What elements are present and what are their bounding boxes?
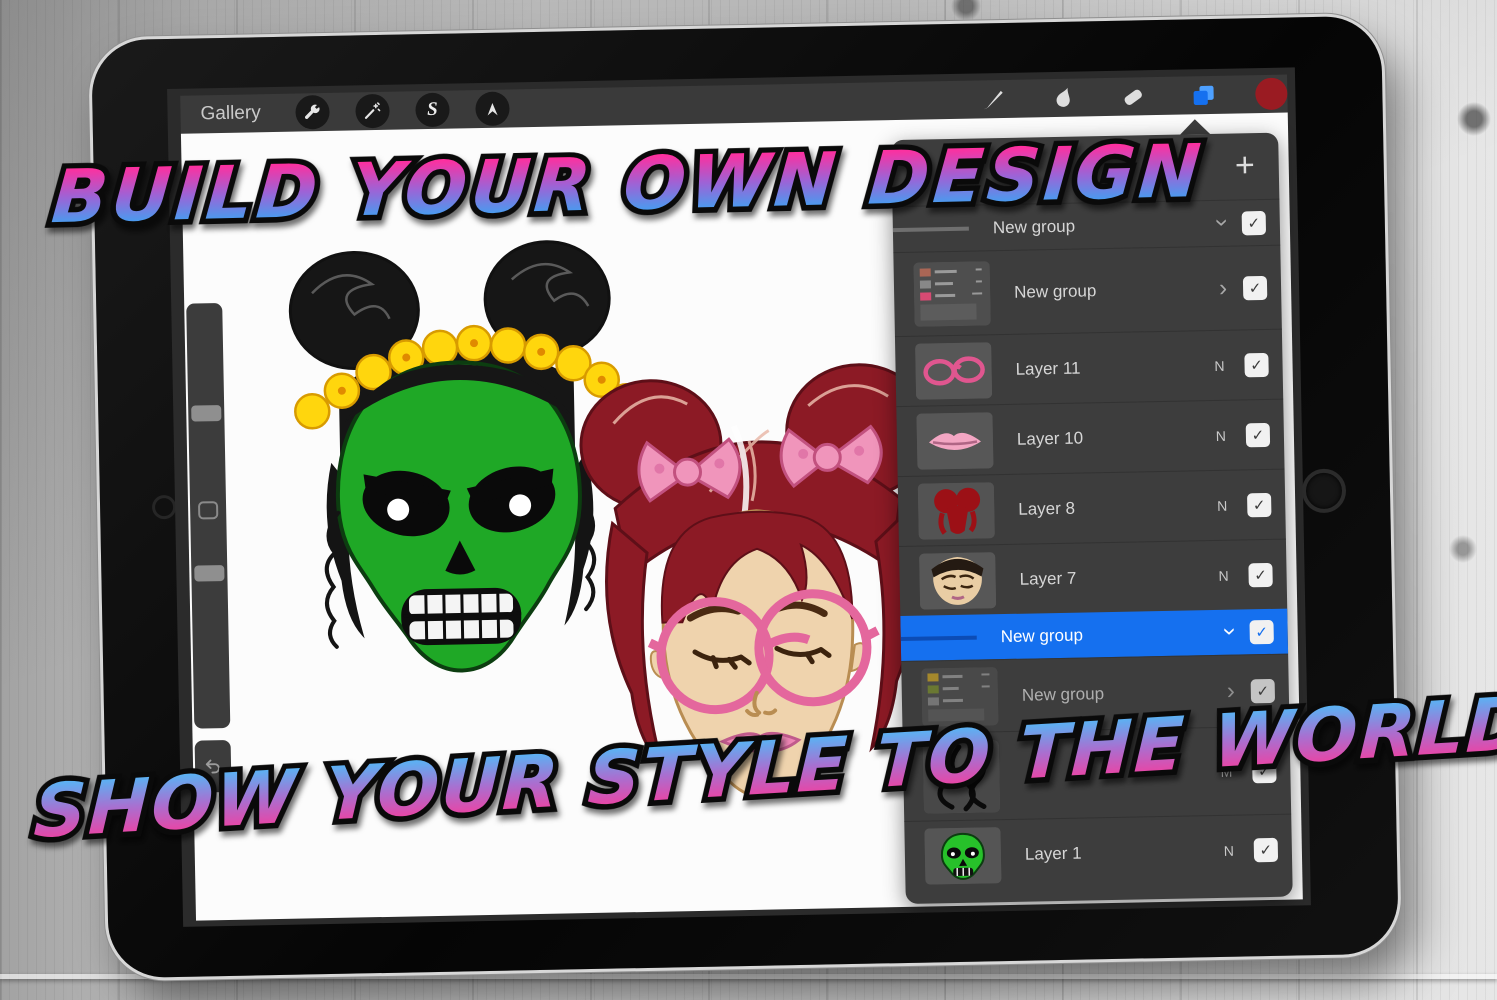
layer-label: Layer 1 xyxy=(1025,843,1082,864)
visibility-checkbox[interactable]: ✓ xyxy=(1246,422,1270,446)
blend-mode[interactable]: N xyxy=(1217,497,1227,513)
group-line xyxy=(893,226,969,231)
visibility-checkbox[interactable]: ✓ xyxy=(1247,492,1271,516)
chevron-down-icon[interactable]: › xyxy=(1210,218,1234,226)
layer-label: New group xyxy=(1022,684,1105,706)
layer-label: New group xyxy=(1014,281,1097,303)
layer-row[interactable]: Layer 8 N ✓ xyxy=(898,469,1286,546)
layer-row[interactable]: Layer 7 N ✓ xyxy=(899,539,1287,616)
pink-lips-thumbnail xyxy=(916,412,993,469)
blend-mode[interactable]: N xyxy=(1224,842,1234,858)
actions-wrench-icon[interactable] xyxy=(295,95,330,130)
modify-button[interactable] xyxy=(198,501,218,519)
layer-label: Layer 11 xyxy=(1015,358,1080,379)
add-layer-button[interactable]: + xyxy=(1235,147,1256,183)
chevron-down-icon[interactable]: › xyxy=(1218,627,1242,635)
pink-glasses-thumbnail xyxy=(915,342,992,399)
layer-label: New group xyxy=(993,216,1076,238)
front-camera xyxy=(152,495,176,519)
smudge-icon[interactable] xyxy=(1045,80,1082,115)
layer-label: Layer 8 xyxy=(1018,498,1075,519)
blend-mode[interactable]: N xyxy=(1218,567,1228,583)
face-thumbnail xyxy=(919,552,996,609)
layer-row-group-selected[interactable]: New group › ✓ xyxy=(900,609,1288,661)
visibility-checkbox[interactable]: ✓ xyxy=(1243,275,1267,299)
brush-size-slider[interactable] xyxy=(191,405,221,422)
layer-row[interactable]: Layer 11 N ✓ xyxy=(895,329,1283,406)
adjustments-wand-icon[interactable] xyxy=(355,94,390,129)
red-bow-thumbnail xyxy=(918,482,995,539)
photo-composition: Gallery S xyxy=(0,0,1497,1000)
visibility-checkbox[interactable]: ✓ xyxy=(1249,619,1273,643)
gallery-button[interactable]: Gallery xyxy=(200,94,261,133)
color-swatch[interactable] xyxy=(1255,78,1288,111)
blend-mode[interactable]: N xyxy=(1216,427,1226,443)
layer-label: Layer 7 xyxy=(1019,568,1076,589)
home-button xyxy=(1302,468,1347,513)
selection-s-icon[interactable]: S xyxy=(415,93,450,128)
group-line xyxy=(901,635,977,640)
green-skull-thumbnail xyxy=(924,827,1001,884)
layer-label: Layer 10 xyxy=(1017,428,1084,449)
transform-arrow-icon[interactable] xyxy=(475,91,510,126)
visibility-checkbox[interactable]: ✓ xyxy=(1254,837,1278,861)
visibility-checkbox[interactable]: ✓ xyxy=(1248,562,1272,586)
layers-icon[interactable] xyxy=(1185,78,1222,113)
layer-label: New group xyxy=(1001,625,1084,647)
layer-row-group[interactable]: New group › ✓ xyxy=(893,245,1282,336)
chevron-right-icon[interactable]: › xyxy=(1219,276,1227,300)
brush-opacity-slider[interactable] xyxy=(194,565,224,582)
eraser-icon[interactable] xyxy=(1115,79,1152,114)
visibility-checkbox[interactable]: ✓ xyxy=(1244,352,1268,376)
layer-row[interactable]: Layer 10 N ✓ xyxy=(896,399,1284,476)
visibility-checkbox[interactable]: ✓ xyxy=(1242,210,1266,234)
blend-mode[interactable]: N xyxy=(1214,357,1224,373)
brush-icon[interactable] xyxy=(975,82,1012,117)
mini-layer-list-thumbnail xyxy=(914,261,991,326)
layer-row[interactable]: Layer 1 N ✓ xyxy=(904,814,1292,891)
